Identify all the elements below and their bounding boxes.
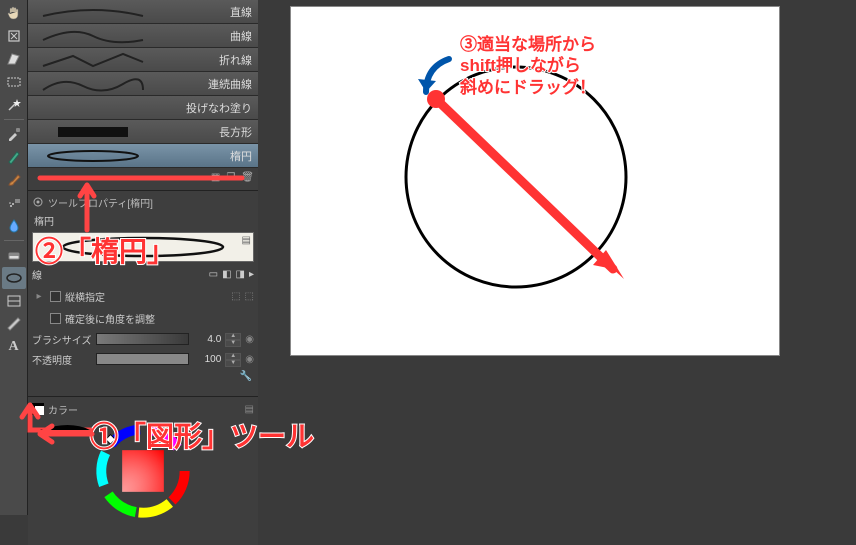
subtool-line[interactable]: 直線	[28, 0, 258, 24]
subtool-label: 楕円	[230, 148, 252, 164]
color-wheel[interactable]	[83, 421, 203, 541]
color-swatch-icon[interactable]	[32, 403, 44, 415]
airbrush-tool-icon[interactable]	[2, 192, 26, 214]
opacity-label: 不透明度	[32, 352, 92, 367]
line-style-icon[interactable]: ◧	[222, 269, 231, 280]
gear-icon[interactable]	[32, 196, 44, 208]
subtool-label: 長方形	[219, 124, 252, 140]
property-name: 楕円	[32, 211, 254, 230]
marquee-tool-icon[interactable]	[2, 71, 26, 93]
text-tool-icon[interactable]: A	[2, 336, 26, 358]
stepper-down-icon[interactable]: ▼	[225, 340, 241, 347]
canvas-drawing	[291, 7, 781, 357]
eraser-tool-icon[interactable]	[2, 244, 26, 266]
eyedropper-tool-icon[interactable]	[2, 123, 26, 145]
subtool-label: 直線	[230, 4, 252, 20]
move-tool-icon[interactable]	[2, 25, 26, 47]
subtool-list: 直線 曲線 折れ線 連続曲線 投げなわ塗り 長方形 楕円	[28, 0, 258, 168]
subtool-label: 投げなわ塗り	[186, 100, 252, 116]
brush-size-value: 4.0	[193, 334, 221, 345]
brush-size-label: ブラシサイズ	[32, 332, 92, 347]
color-panel: カラー ▤	[28, 396, 258, 545]
aspect-label: 縦横指定	[65, 289, 105, 304]
del-subtool-icon[interactable]: 🗑	[241, 172, 254, 183]
subtool-rect[interactable]: 長方形	[28, 120, 258, 144]
brush-tool-icon[interactable]	[2, 169, 26, 191]
angle-checkbox[interactable]	[50, 313, 61, 324]
subtool-lasso-fill[interactable]: 投げなわ塗り	[28, 96, 258, 120]
color-title: カラー	[48, 402, 78, 417]
tool-property-panel: ツールプロパティ[楕円] 楕円 ▤ 線 ▭ ◧ ◨ ▸ ▸ 縦横指定 ⬚ ⬚ 確…	[28, 190, 258, 390]
aspect-checkbox[interactable]	[50, 291, 61, 302]
line-style-icon[interactable]: ▭	[209, 269, 218, 280]
subtool-curve[interactable]: 曲線	[28, 24, 258, 48]
stepper-up-icon[interactable]: ▲	[225, 333, 241, 340]
line-style-icon[interactable]: ◨	[236, 269, 245, 280]
opacity-link-icon[interactable]: ◉	[245, 354, 254, 365]
opacity-value: 100	[193, 354, 221, 365]
property-title: ツールプロパティ[楕円]	[48, 195, 153, 210]
frame-tool-icon[interactable]	[2, 290, 26, 312]
stepper-up-icon[interactable]: ▲	[225, 353, 241, 360]
dup-subtool-icon[interactable]: ❐	[226, 172, 235, 183]
subtool-panel: 直線 曲線 折れ線 連続曲線 投げなわ塗り 長方形 楕円 ▦ ❐ 🗑	[28, 0, 258, 545]
pan-tool-icon[interactable]	[2, 2, 26, 24]
lasso-tool-icon[interactable]	[2, 48, 26, 70]
shape-tool-icon[interactable]	[2, 267, 26, 289]
stepper-down-icon[interactable]: ▼	[225, 360, 241, 367]
brush-size-link-icon[interactable]: ◉	[245, 334, 254, 345]
subtool-ellipse[interactable]: 楕円	[28, 144, 258, 168]
subtool-label: 曲線	[230, 28, 252, 44]
new-subtool-icon[interactable]: ▦	[211, 172, 220, 183]
preset-icon[interactable]: ⬚	[245, 291, 254, 302]
property-menu-icon[interactable]: ▤	[242, 235, 251, 246]
line-toggle-label: 線	[32, 267, 42, 282]
subtool-label: 連続曲線	[208, 76, 252, 92]
opacity-slider[interactable]	[96, 353, 189, 365]
preset-icon[interactable]: ⬚	[231, 291, 240, 302]
expand-icon[interactable]: ▸	[249, 269, 254, 280]
canvas[interactable]	[290, 6, 780, 356]
subtool-polyline[interactable]: 折れ線	[28, 48, 258, 72]
ruler-tool-icon[interactable]	[2, 313, 26, 335]
property-preview: ▤	[32, 232, 254, 262]
blend-tool-icon[interactable]	[2, 215, 26, 237]
color-menu-icon[interactable]: ▤	[245, 404, 254, 415]
pen-tool-icon[interactable]	[2, 146, 26, 168]
tool-toolbar: A	[0, 0, 28, 515]
wrench-icon[interactable]: 🔧	[240, 371, 252, 382]
brush-size-slider[interactable]	[96, 333, 189, 345]
subtool-label: 折れ線	[219, 52, 252, 68]
angle-label: 確定後に角度を調整	[65, 311, 155, 326]
subtool-cont-curve[interactable]: 連続曲線	[28, 72, 258, 96]
wand-tool-icon[interactable]	[2, 94, 26, 116]
